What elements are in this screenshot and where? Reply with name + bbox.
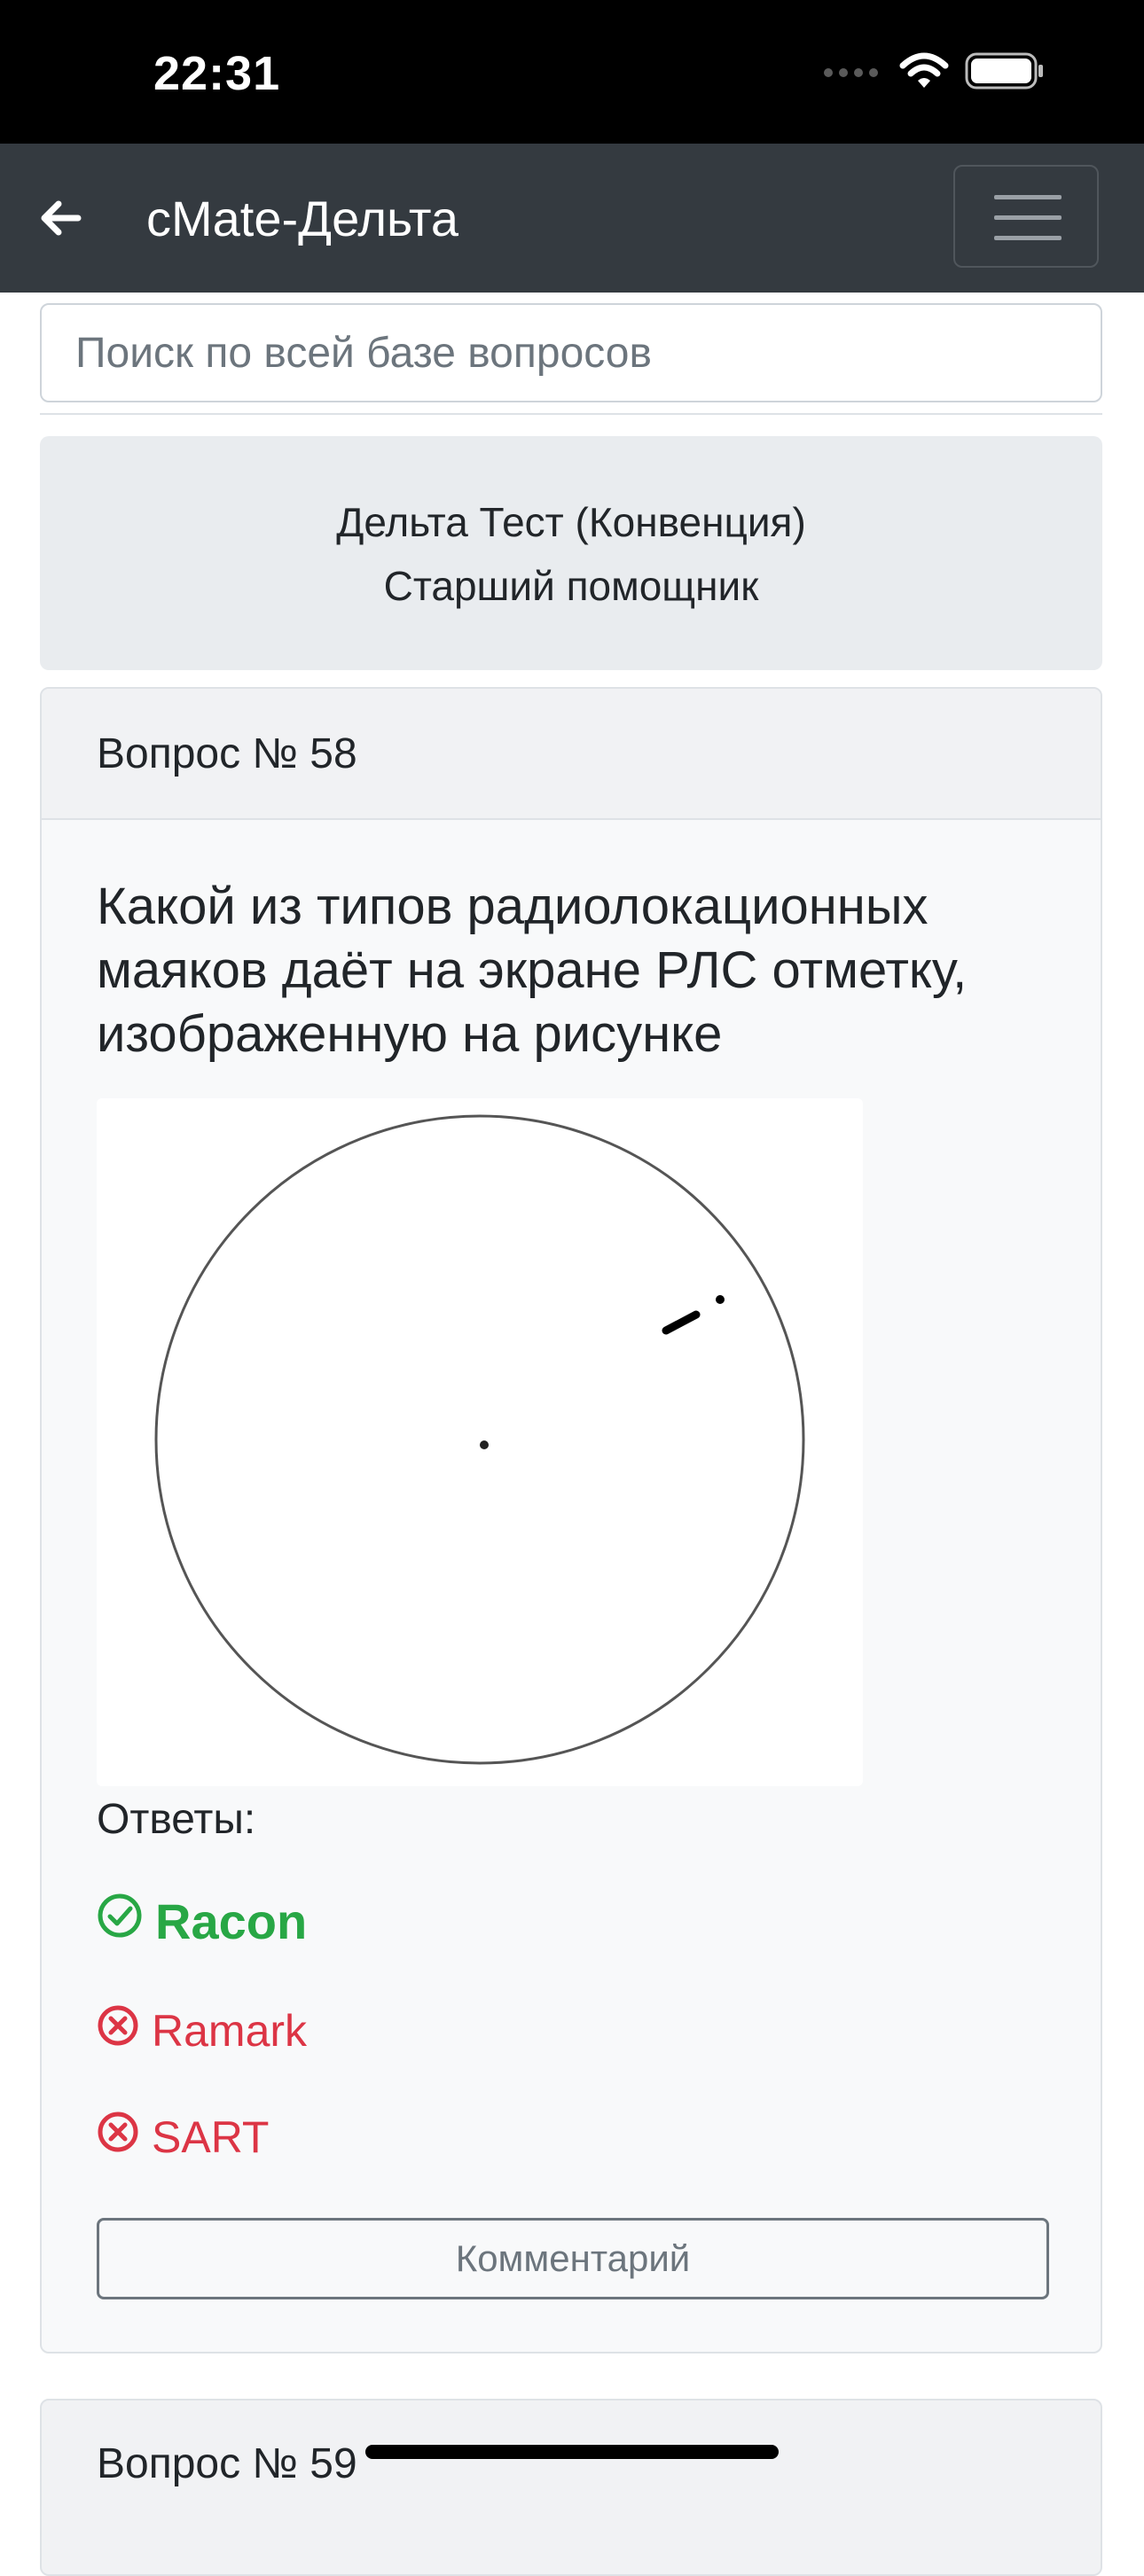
question-card: Вопрос № 58 Какой из типов радиолокацион… <box>40 687 1102 2354</box>
navbar: cMate-Дельта <box>0 144 1144 293</box>
radar-screen-image <box>97 1098 863 1786</box>
x-circle-icon <box>97 2111 139 2164</box>
status-bar: 22:31 <box>0 0 1144 144</box>
next-question-card: Вопрос № 59 <box>40 2399 1102 2576</box>
test-name: Дельта Тест (Конвенция) <box>336 499 806 545</box>
x-circle-icon <box>97 2004 139 2057</box>
answer-item-wrong: SART <box>97 2111 269 2164</box>
comment-button[interactable]: Комментарий <box>97 2218 1049 2299</box>
search-input[interactable] <box>40 303 1102 402</box>
question-number: Вопрос № 58 <box>42 689 1101 820</box>
wifi-icon <box>899 51 949 95</box>
status-time: 22:31 <box>153 47 281 100</box>
answer-text: Ramark <box>152 2006 308 2056</box>
answer-item-correct: Racon <box>97 1893 307 1950</box>
battery-icon <box>965 52 1045 94</box>
test-info-panel: Дельта Тест (Конвенция) Старший помощник <box>40 436 1102 670</box>
app-title[interactable]: cMate-Дельта <box>146 190 458 247</box>
question-number: Вопрос № 59 <box>97 2440 357 2487</box>
question-text: Какой из типов радиолокационных маяков д… <box>97 878 968 1063</box>
menu-toggle-button[interactable] <box>953 165 1099 268</box>
home-indicator[interactable] <box>365 2445 779 2459</box>
answers-label: Ответы: <box>97 1796 256 1843</box>
answer-text: SART <box>152 2112 270 2162</box>
answer-item-wrong: Ramark <box>97 2004 307 2057</box>
test-role: Старший помощник <box>383 563 759 609</box>
check-circle-icon <box>97 1893 143 1950</box>
back-button[interactable] <box>35 191 89 245</box>
status-icons <box>821 51 1045 95</box>
arrow-left-icon <box>35 200 89 248</box>
cellular-signal-icon <box>821 62 883 84</box>
divider <box>40 413 1102 415</box>
answer-text: Racon <box>155 1893 308 1949</box>
